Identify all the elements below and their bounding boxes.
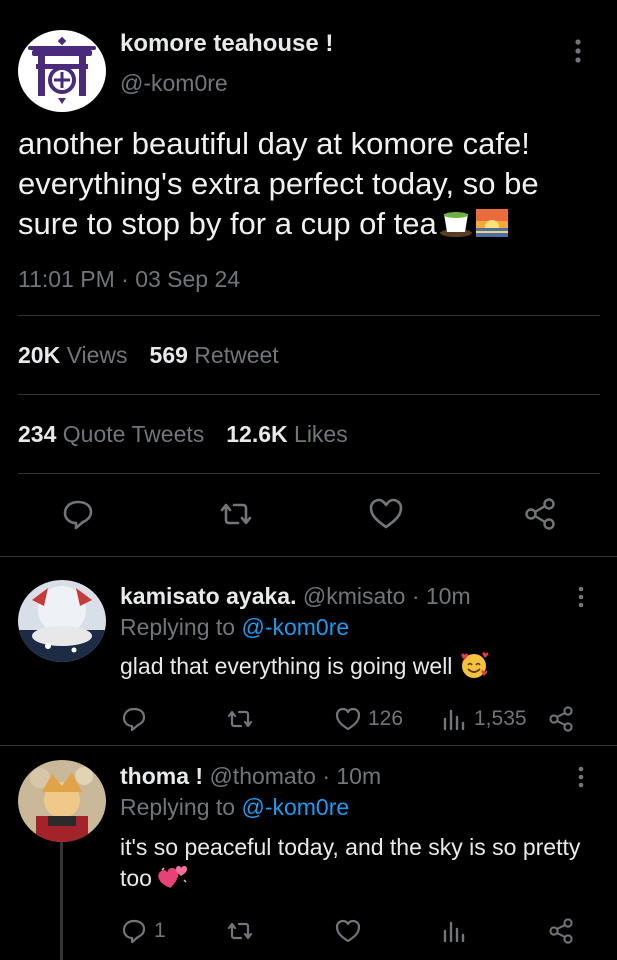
views-stat[interactable]: 20K Views bbox=[18, 342, 128, 369]
tweet-date: 03 Sep 24 bbox=[135, 266, 241, 292]
reply-action-bar: 1 bbox=[0, 916, 617, 946]
reply-text: it's so peaceful today, and the sky is s… bbox=[120, 832, 590, 894]
retweet-icon bbox=[227, 710, 253, 728]
reply-action-bar: 126 1,535 bbox=[0, 704, 617, 734]
share-icon[interactable] bbox=[522, 496, 558, 532]
retweet-label: Retweet bbox=[194, 342, 279, 368]
retweet-button[interactable] bbox=[226, 704, 254, 734]
reply-author-handle[interactable]: @kmisato bbox=[303, 583, 406, 609]
reply-icon[interactable] bbox=[60, 496, 96, 532]
retweet-icon bbox=[227, 922, 253, 940]
tweet-time: 11:01 PM bbox=[18, 266, 115, 292]
revolving-hearts-emoji bbox=[158, 866, 188, 888]
likes-stat[interactable]: 12.6K Likes bbox=[226, 421, 347, 448]
views-button[interactable]: 1,535 bbox=[440, 704, 527, 734]
likes-label: Likes bbox=[294, 421, 348, 447]
author-name[interactable]: komore teahouse ! bbox=[120, 30, 333, 58]
replying-to-prefix: Replying to bbox=[120, 614, 236, 640]
share-button[interactable] bbox=[547, 916, 575, 946]
divider bbox=[18, 315, 600, 316]
author-handle[interactable]: @-kom0re bbox=[120, 70, 228, 97]
reply-icon bbox=[122, 707, 146, 732]
replying-to-handle[interactable]: @-kom0re bbox=[241, 614, 349, 640]
reply-author-name[interactable]: kamisato ayaka. bbox=[120, 583, 296, 609]
retweet-icon[interactable] bbox=[218, 496, 254, 532]
views-count: 1,535 bbox=[474, 707, 527, 730]
heart-icon bbox=[335, 919, 361, 943]
reply-separator-line bbox=[0, 745, 617, 746]
replying-to: Replying to @-kom0re bbox=[120, 614, 349, 641]
reply-body: it's so peaceful today, and the sky is s… bbox=[120, 834, 581, 891]
reply-time[interactable]: 10m bbox=[426, 583, 471, 609]
more-options-icon[interactable] bbox=[574, 586, 588, 608]
divider bbox=[18, 473, 600, 474]
more-options-icon[interactable] bbox=[574, 766, 588, 788]
avatar-image-icon bbox=[18, 760, 106, 842]
reply-icon bbox=[122, 919, 146, 944]
smiling-face-with-hearts-emoji bbox=[461, 652, 489, 678]
retweet-button[interactable] bbox=[226, 916, 254, 946]
like-count: 126 bbox=[368, 707, 404, 730]
reply-author-handle[interactable]: @thomato bbox=[209, 763, 315, 789]
tweet-separator bbox=[0, 556, 617, 557]
retweet-count: 569 bbox=[149, 342, 188, 368]
heart-icon[interactable] bbox=[368, 496, 404, 532]
views-chart-icon bbox=[443, 709, 465, 731]
quote-count: 234 bbox=[18, 421, 57, 447]
share-button[interactable] bbox=[547, 704, 575, 734]
retweet-stat[interactable]: 569 Retweet bbox=[150, 342, 279, 369]
like-button[interactable] bbox=[334, 916, 362, 946]
reply-author-name[interactable]: thoma ! bbox=[120, 763, 203, 789]
quote-tweets-stat[interactable]: 234 Quote Tweets bbox=[18, 421, 204, 448]
reply-button[interactable]: 1 bbox=[120, 916, 166, 946]
replying-to: Replying to @-kom0re bbox=[120, 794, 349, 821]
main-tweet: komore teahouse ! @-kom0re another beaut… bbox=[0, 0, 617, 556]
more-options-icon[interactable] bbox=[570, 38, 586, 64]
avatar-image-icon bbox=[18, 580, 106, 662]
views-count: 20K bbox=[18, 342, 61, 368]
views-label: Views bbox=[66, 342, 128, 368]
stats-row-quotes-likes: 234 Quote Tweets 12.6K Likes bbox=[18, 421, 348, 448]
views-chart-icon bbox=[443, 921, 465, 943]
teahouse-logo-icon bbox=[22, 31, 102, 111]
sunrise-emoji bbox=[475, 209, 508, 237]
divider bbox=[18, 394, 600, 395]
reply-body: glad that everything is going well bbox=[120, 653, 453, 679]
replying-to-handle[interactable]: @-kom0re bbox=[241, 794, 349, 820]
stats-row-views-retweets: 20K Views 569 Retweet bbox=[18, 342, 279, 369]
tweet-text: another beautiful day at komore cafe! ev… bbox=[18, 124, 603, 244]
reply-avatar[interactable] bbox=[18, 760, 106, 842]
tea-cup-emoji bbox=[439, 212, 472, 237]
timestamp-separator: · bbox=[121, 266, 129, 292]
share-icon bbox=[549, 706, 573, 732]
reply-button[interactable] bbox=[120, 704, 154, 734]
replying-to-prefix: Replying to bbox=[120, 794, 236, 820]
quote-label: Quote Tweets bbox=[62, 421, 205, 447]
tweet-timestamp: 11:01 PM · 03 Sep 24 bbox=[18, 266, 240, 293]
reply-text: glad that everything is going well bbox=[120, 651, 590, 682]
reply-header: thoma ! @thomato · 10m bbox=[120, 763, 381, 790]
reply-separator: · bbox=[411, 583, 420, 609]
reply-header: kamisato ayaka. @kmisato · 10m bbox=[120, 583, 471, 610]
reply-time[interactable]: 10m bbox=[336, 763, 381, 789]
main-action-bar bbox=[0, 496, 617, 536]
share-icon bbox=[549, 918, 573, 944]
like-button[interactable]: 126 bbox=[334, 704, 403, 734]
reply-avatar[interactable] bbox=[18, 580, 106, 662]
author-avatar[interactable] bbox=[18, 30, 106, 112]
reply-count: 1 bbox=[154, 919, 166, 942]
likes-count: 12.6K bbox=[226, 421, 288, 447]
heart-icon bbox=[335, 707, 361, 731]
reply-separator: · bbox=[322, 763, 330, 789]
views-button[interactable] bbox=[440, 916, 468, 946]
